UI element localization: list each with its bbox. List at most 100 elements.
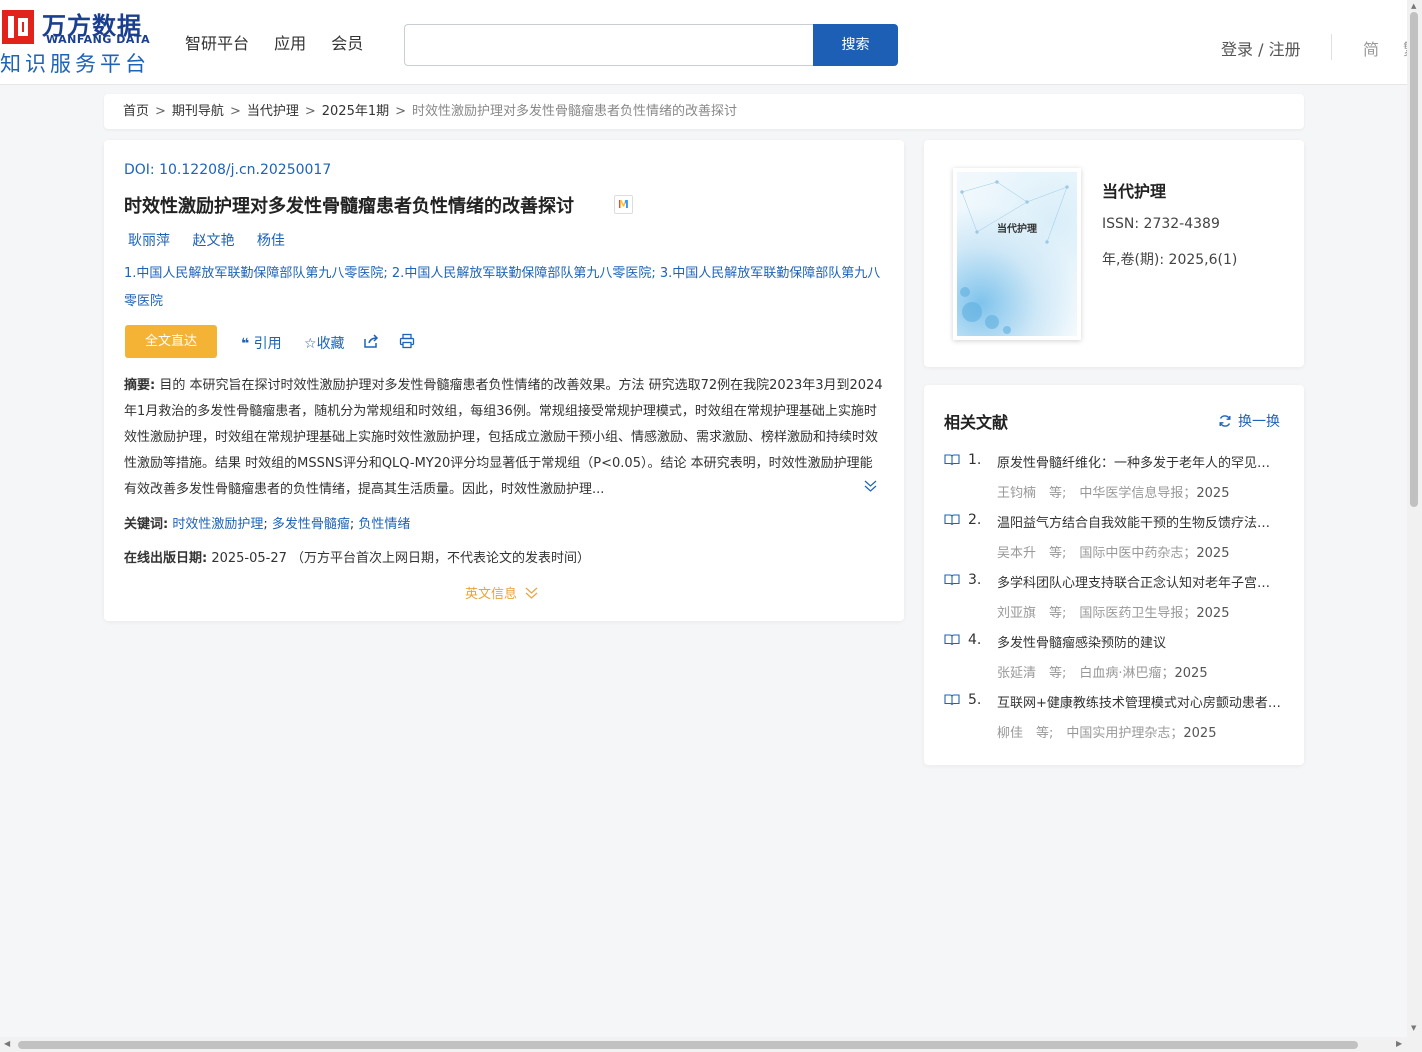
- nav-item-member[interactable]: 会员: [331, 34, 363, 53]
- breadcrumb-issue[interactable]: 2025年1期: [322, 104, 389, 119]
- m-badge-icon[interactable]: M: [614, 195, 633, 214]
- chevron-down-icon: [525, 587, 538, 599]
- english-info-label: 英文信息: [465, 587, 518, 602]
- refresh-icon: [1219, 415, 1231, 427]
- header-divider: [1331, 34, 1332, 60]
- top-header: 万方数据 WANFANG DATA 知识服务平台 智研平台 应用 会员 搜索 登…: [0, 0, 1407, 85]
- collect-button[interactable]: ☆收藏: [304, 333, 345, 353]
- nav-item-apps[interactable]: 应用: [274, 34, 306, 53]
- related-num: 4.: [968, 632, 982, 648]
- related-num: 1.: [968, 452, 982, 468]
- affiliations[interactable]: 1.中国人民解放军联勤保障部队第九八零医院; 2.中国人民解放军联勤保障部队第九…: [124, 260, 884, 316]
- share-button[interactable]: [363, 333, 379, 353]
- search-bar: 搜索: [404, 24, 898, 66]
- scroll-up-arrow-icon[interactable]: ▲: [1411, 2, 1416, 10]
- book-icon: [944, 574, 960, 586]
- breadcrumb-home[interactable]: 首页: [123, 104, 149, 119]
- related-year: 2025: [1196, 606, 1230, 621]
- related-title-link[interactable]: 互联网+健康教练技术管理模式对心房颤动患者的影响研究: [997, 692, 1281, 711]
- keywords: 关键词: 时效性激励护理; 多发性骨髓瘤; 负性情绪: [124, 517, 411, 532]
- pubdate-label: 在线出版日期:: [124, 551, 208, 566]
- journal-cover[interactable]: 当代护理: [953, 168, 1081, 340]
- author-list: 耿丽萍 赵文艳 杨佳: [128, 230, 303, 250]
- logo-subtitle: 知识服务平台: [0, 52, 150, 76]
- search-input[interactable]: [404, 24, 814, 66]
- search-button[interactable]: 搜索: [813, 24, 898, 66]
- print-icon: [399, 333, 415, 349]
- journal-year-volume: 年,卷(期): 2025,6(1): [1102, 252, 1238, 268]
- refresh-label: 换一换: [1238, 414, 1280, 430]
- related-meta-text: 吴本升 等; 国际中医中药杂志；: [997, 546, 1197, 561]
- breadcrumb-separator: >: [304, 104, 316, 119]
- journal-card: 当代护理 当代护理 ISSN: 2732-4389 年,卷(期): 2025,6…: [924, 140, 1304, 367]
- breadcrumb-journal[interactable]: 当代护理: [247, 104, 299, 119]
- breadcrumb-separator: >: [155, 104, 166, 119]
- wanfang-logo[interactable]: 万方数据 WANFANG DATA 知识服务平台: [0, 6, 152, 76]
- scroll-down-arrow-icon[interactable]: ▼: [1411, 1024, 1416, 1032]
- keywords-label: 关键词:: [124, 517, 169, 532]
- horizontal-scrollbar[interactable]: ◀ ▶: [0, 1037, 1422, 1052]
- book-icon: [944, 514, 960, 526]
- author-link[interactable]: 赵文艳: [192, 233, 234, 249]
- related-meta-text: 张延清 等; 白血病·淋巴瘤；: [997, 666, 1175, 681]
- journal-name[interactable]: 当代护理: [1102, 178, 1166, 202]
- related-meta: 王钧楠 等; 中华医学信息导报；2025: [997, 482, 1229, 501]
- vertical-scroll-thumb[interactable]: [1410, 12, 1418, 507]
- horizontal-scroll-thumb[interactable]: [18, 1041, 1358, 1049]
- related-title-link[interactable]: 温阳益气方结合自我效能干预的生物反馈疗法对多发性骨髓瘤患者: [997, 512, 1281, 531]
- quote-icon: ❝: [241, 336, 250, 352]
- star-icon: ☆: [304, 336, 317, 352]
- share-icon: [364, 334, 379, 348]
- abstract: 摘要: 目的 本研究旨在探讨时效性激励护理对多发性骨髓瘤患者负性情绪的改善效果。…: [124, 373, 884, 503]
- author-link[interactable]: 杨佳: [257, 233, 285, 249]
- related-meta-text: 柳佳 等; 中国实用护理杂志；: [997, 726, 1184, 741]
- breadcrumb-journal-nav[interactable]: 期刊导航: [172, 104, 224, 119]
- journal-issn: ISSN: 2732-4389: [1102, 216, 1220, 232]
- main-nav: 智研平台 应用 会员: [185, 30, 383, 54]
- keyword-link[interactable]: 多发性骨髓瘤: [272, 517, 350, 532]
- lang-simplified[interactable]: 简: [1363, 36, 1379, 60]
- scroll-left-arrow-icon[interactable]: ◀: [4, 1039, 10, 1048]
- nav-item-zhiyan[interactable]: 智研平台: [185, 34, 249, 53]
- related-num: 2.: [968, 512, 982, 528]
- related-num: 5.: [968, 692, 982, 708]
- collect-label: 收藏: [316, 336, 345, 352]
- related-meta: 柳佳 等; 中国实用护理杂志；2025: [997, 722, 1216, 741]
- keyword-link[interactable]: 时效性激励护理: [172, 517, 263, 532]
- refresh-button[interactable]: 换一换: [1218, 411, 1280, 431]
- breadcrumb-separator: >: [395, 104, 407, 119]
- related-title-link[interactable]: 原发性骨髓纤维化：一种多发于老年人的罕见骨髓增殖性肿瘤: [997, 452, 1281, 471]
- expand-abstract-chevron-icon[interactable]: [864, 480, 877, 496]
- author-link[interactable]: 耿丽萍: [128, 233, 170, 249]
- related-meta-text: 王钧楠 等; 中华医学信息导报；: [997, 486, 1197, 501]
- book-icon: [944, 454, 960, 466]
- book-icon: [944, 634, 960, 646]
- breadcrumb-separator: >: [229, 104, 241, 119]
- related-num: 3.: [968, 572, 982, 588]
- related-meta: 张延清 等; 白血病·淋巴瘤；2025: [997, 662, 1208, 681]
- article-card: DOI: 10.12208/j.cn.20250017 时效性激励护理对多发性骨…: [104, 140, 904, 621]
- print-button[interactable]: [399, 333, 415, 353]
- related-literature-card: 相关文献 换一换 1. 原发性骨髓纤维化：一种多发于老年人的罕见骨髓增殖性肿瘤 …: [924, 385, 1304, 765]
- related-title-link[interactable]: 多学科团队心理支持联合正念认知对老年子宫颈癌患者的影响: [997, 572, 1281, 591]
- english-info-toggle[interactable]: 英文信息: [465, 583, 538, 602]
- keyword-link[interactable]: 负性情绪: [358, 517, 410, 532]
- pubdate-note: （万方平台首次上网日期，不代表论文的发表时间）: [291, 551, 591, 566]
- cover-title: 当代护理: [997, 224, 1037, 235]
- doi: DOI: 10.12208/j.cn.20250017: [124, 162, 331, 178]
- scroll-right-arrow-icon[interactable]: ▶: [1396, 1039, 1402, 1048]
- vertical-scrollbar[interactable]: ▲ ▼: [1407, 0, 1422, 1037]
- doi-label: DOI:: [124, 162, 160, 178]
- related-year: 2025: [1196, 546, 1230, 561]
- doi-link[interactable]: 10.12208/j.cn.20250017: [159, 162, 331, 178]
- article-title: 时效性激励护理对多发性骨髓瘤患者负性情绪的改善探讨: [124, 196, 574, 217]
- login-register-link[interactable]: 登录 / 注册: [1221, 36, 1301, 60]
- related-meta: 刘亚旗 等; 国际医药卫生导报；2025: [997, 602, 1229, 621]
- full-text-button[interactable]: 全文直达: [125, 325, 217, 358]
- related-year: 2025: [1183, 726, 1217, 741]
- cover-network-pattern: [960, 180, 1069, 334]
- cite-button[interactable]: ❝ 引用: [241, 333, 282, 353]
- related-title-link[interactable]: 多发性骨髓瘤感染预防的建议: [997, 632, 1281, 651]
- pubdate-value: 2025-05-27: [211, 551, 287, 566]
- pubdate: 在线出版日期: 2025-05-27 （万方平台首次上网日期，不代表论文的发表时…: [124, 547, 590, 566]
